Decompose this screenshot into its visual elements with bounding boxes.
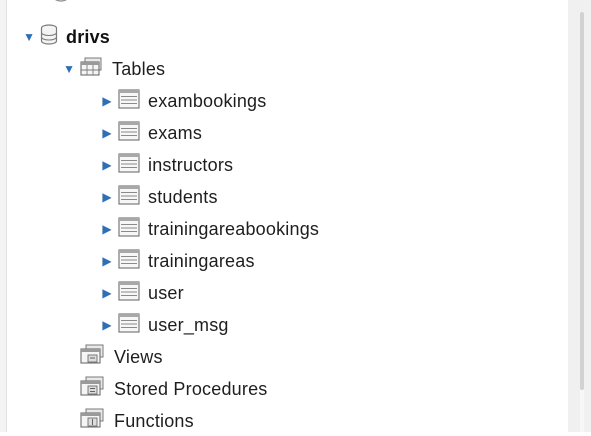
table-name: students [148, 186, 218, 207]
schema-name: drivs [66, 26, 111, 47]
table-icon [118, 184, 140, 210]
table-row[interactable]: ▶ user [102, 278, 184, 308]
table-icon [118, 88, 140, 114]
table-row[interactable]: ▶ trainingareas [102, 246, 255, 276]
table-icon [118, 152, 140, 178]
table-row[interactable]: ▶ students [102, 182, 218, 212]
database-icon [40, 23, 58, 51]
functions-label: Functions [114, 410, 194, 431]
tables-folder-node[interactable]: ▼ Tables [63, 54, 166, 84]
table-row[interactable]: ▶ exambookings [102, 86, 266, 116]
table-name: trainingareabookings [148, 218, 320, 239]
expand-arrow-icon[interactable]: ▼ [63, 63, 75, 75]
views-node[interactable]: Views [80, 342, 163, 372]
table-row[interactable]: ▶ instructors [102, 150, 233, 180]
table-icon [118, 248, 140, 274]
collapse-arrow-icon[interactable]: ▶ [102, 191, 112, 203]
expand-arrow-icon[interactable]: ▼ [23, 31, 35, 43]
table-name: exams [148, 122, 203, 143]
table-icon [118, 312, 140, 338]
stored-procedures-label: Stored Procedures [114, 378, 268, 399]
collapse-arrow-icon[interactable]: ▶ [102, 223, 112, 235]
collapse-arrow-icon[interactable]: ▶ [102, 127, 112, 139]
collapse-arrow-icon[interactable]: ▶ [102, 319, 112, 331]
schema-node-drivs[interactable]: ▼ drivs [23, 22, 111, 52]
stored-procedures-node[interactable]: Stored Procedures [80, 374, 267, 404]
functions-icon [80, 408, 106, 435]
table-name: user [148, 282, 184, 303]
left-gutter [0, 0, 7, 432]
collapse-arrow-icon[interactable]: ▶ [102, 255, 112, 267]
table-icon [118, 280, 140, 306]
partial-schema-row [24, 0, 84, 8]
stored-procedures-icon [80, 376, 106, 403]
table-row[interactable]: ▶ exams [102, 118, 202, 148]
table-name: exambookings [148, 90, 267, 111]
tables-folder-label: Tables [112, 58, 166, 79]
table-name: instructors [148, 154, 234, 175]
table-row[interactable]: ▶ trainingareabookings [102, 214, 319, 244]
collapse-arrow-icon[interactable]: ▶ [102, 287, 112, 299]
scrollbar-thumb[interactable] [580, 12, 584, 390]
table-icon [118, 216, 140, 242]
table-icon [118, 120, 140, 146]
collapse-arrow-icon[interactable]: ▶ [102, 95, 112, 107]
table-name: trainingareas [148, 250, 255, 271]
table-row[interactable]: ▶ user_msg [102, 310, 229, 340]
views-label: Views [114, 346, 163, 367]
table-folder-icon [80, 57, 104, 82]
table-name: user_msg [148, 314, 229, 335]
collapse-arrow-icon[interactable]: ▶ [102, 159, 112, 171]
views-icon [80, 344, 106, 371]
